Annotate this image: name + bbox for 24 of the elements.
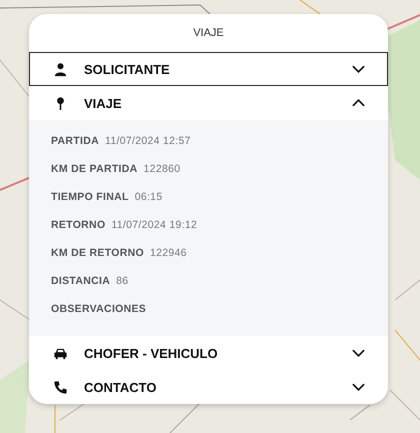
section-header[interactable]: CHOFER - VEHICULO (29, 336, 388, 370)
field-label: KM DE PARTIDA (51, 163, 138, 175)
field-value: 122860 (144, 163, 180, 175)
chevron-down-icon (352, 383, 365, 391)
field-value: 86 (116, 275, 128, 287)
chevron-down-icon (352, 65, 365, 73)
field-value: 11/07/2024 12:57 (105, 135, 191, 147)
phone-icon (53, 380, 68, 394)
field-value: 06:15 (134, 191, 162, 203)
field-label: TIEMPO FINAL (51, 191, 129, 203)
section-header[interactable]: VIAJE (29, 86, 388, 120)
field-value: 11/07/2024 19:12 (111, 219, 198, 231)
person-icon (53, 62, 68, 76)
chevron-up-icon (352, 99, 365, 107)
section-header[interactable]: SOLICITANTE (29, 52, 388, 86)
field-label: RETORNO (51, 219, 106, 231)
section-header[interactable]: CONTACTO (29, 370, 388, 404)
field-value: 122946 (150, 247, 187, 259)
field-label: PARTIDA (51, 135, 99, 147)
field-label: DISTANCIA (51, 275, 110, 287)
field-label: KM DE RETORNO (51, 247, 144, 259)
field-label: OBSERVACIONES (51, 303, 146, 315)
chevron-down-icon (352, 349, 365, 357)
panel-title: VIAJE (192, 26, 225, 41)
